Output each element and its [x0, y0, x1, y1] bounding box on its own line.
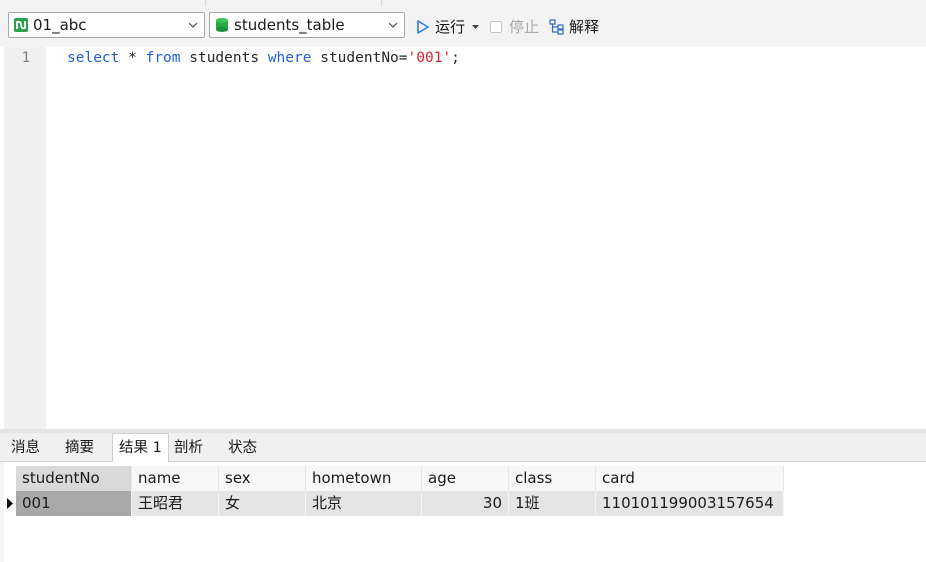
database-name: students_table [234, 16, 345, 34]
sql-keyword: select [67, 50, 120, 66]
database-icon [216, 18, 228, 32]
column-header-sex[interactable]: sex [219, 466, 306, 491]
stop-button[interactable]: 停止 [490, 16, 542, 38]
row-pointer-icon [7, 498, 13, 509]
sql-token: * [119, 50, 146, 66]
column-header-card[interactable]: card [596, 466, 784, 491]
run-label: 运行 [435, 18, 466, 36]
toolbar-separator [205, 0, 206, 6]
tab-profile[interactable]: 剖析 [168, 435, 209, 461]
column-header-name[interactable]: name [132, 466, 219, 491]
stop-label: 停止 [509, 18, 540, 36]
table-row[interactable]: 001 王昭君 女 北京 30 1班 110101199003157654 [4, 491, 784, 516]
sql-editor[interactable]: 1 select * from students where studentNo… [0, 47, 926, 429]
connection-name: 01_abc [33, 16, 87, 34]
tab-status[interactable]: 状态 [222, 435, 263, 461]
run-icon [417, 20, 429, 34]
table-header-row: studentNo name sex hometown age class ca… [4, 466, 784, 491]
tab-result-1[interactable]: 结果 1 [112, 433, 169, 462]
tab-messages[interactable]: 消息 [5, 435, 46, 461]
explain-button[interactable]: 解释 [549, 16, 605, 38]
tab-summary[interactable]: 摘要 [59, 435, 100, 461]
sql-token: ; [451, 50, 460, 66]
column-header-age[interactable]: age [422, 466, 509, 491]
line-number: 1 [21, 50, 31, 66]
toolbar: 01_abc students_table 运行 停止 解释 [0, 0, 926, 47]
sql-string: '001' [407, 50, 452, 66]
sql-keyword: from [145, 50, 181, 66]
sql-token: students [180, 50, 268, 66]
cell-studentno[interactable]: 001 [16, 491, 132, 516]
cell-age[interactable]: 30 [422, 491, 509, 516]
cell-hometown[interactable]: 北京 [306, 491, 422, 516]
run-dropdown-icon[interactable] [472, 25, 479, 30]
chevron-down-icon[interactable] [188, 20, 198, 30]
cell-card[interactable]: 110101199003157654 [596, 491, 784, 516]
column-header-hometown[interactable]: hometown [306, 466, 422, 491]
connection-icon [14, 18, 28, 32]
run-button[interactable]: 运行 [416, 16, 480, 38]
explain-label: 解释 [569, 18, 600, 36]
connection-select[interactable]: 01_abc [8, 12, 205, 38]
cell-sex[interactable]: 女 [219, 491, 306, 516]
cell-class[interactable]: 1班 [509, 491, 596, 516]
result-tab-bar: 消息 摘要 结果 1 剖析 状态 [0, 433, 926, 462]
toolbar-separator [381, 0, 382, 6]
database-select[interactable]: students_table [209, 12, 405, 38]
stop-icon [490, 21, 502, 33]
sql-keyword: where [267, 50, 312, 66]
line-number-gutter: 1 [4, 47, 46, 429]
chevron-down-icon[interactable] [388, 20, 398, 30]
explain-icon [549, 19, 564, 35]
sql-code-line[interactable]: select * from students where studentNo='… [67, 50, 460, 66]
sql-token: studentNo= [311, 50, 408, 66]
column-header-studentno[interactable]: studentNo [16, 466, 132, 491]
column-header-class[interactable]: class [509, 466, 596, 491]
cell-name[interactable]: 王昭君 [132, 491, 219, 516]
result-grid: studentNo name sex hometown age class ca… [4, 462, 926, 562]
